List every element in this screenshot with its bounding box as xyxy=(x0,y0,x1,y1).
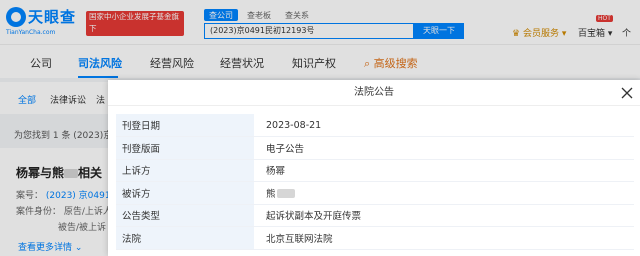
row-value-text: 熊 xyxy=(266,188,276,200)
row-value: 2023-08-21 xyxy=(254,114,634,137)
redaction-mask xyxy=(276,188,295,198)
row-label: 被诉方 xyxy=(116,181,254,205)
row-label: 公告类型 xyxy=(116,204,254,227)
row-value: 熊 xyxy=(254,181,634,205)
row-value: 北京互联网法院 xyxy=(254,226,634,250)
close-icon[interactable] xyxy=(620,86,634,100)
table-row: 被诉方 熊 xyxy=(116,181,634,205)
row-label: 刊登版面 xyxy=(116,136,254,160)
table-row: 公告类型 起诉状副本及开庭传票 xyxy=(116,204,634,227)
row-value: 起诉状副本及开庭传票 xyxy=(254,204,634,227)
row-value: 杨幂 xyxy=(254,159,634,182)
table-row: 刊登版面 电子公告 xyxy=(116,136,634,160)
row-label: 刊登日期 xyxy=(116,114,254,137)
court-notice-dialog: 法院公告 刊登日期 2023-08-21 刊登版面 电子公告 上诉方 杨幂 被诉… xyxy=(108,80,640,256)
row-label: 法院 xyxy=(116,226,254,250)
table-row: 上诉方 杨幂 xyxy=(116,159,634,182)
table-row: 刊登日期 2023-08-21 xyxy=(116,114,634,137)
dialog-title: 法院公告 xyxy=(108,80,640,106)
row-label: 上诉方 xyxy=(116,159,254,182)
notice-details-table: 刊登日期 2023-08-21 刊登版面 电子公告 上诉方 杨幂 被诉方 熊 公… xyxy=(116,114,634,250)
table-row: 法院 北京互联网法院 xyxy=(116,226,634,250)
row-value: 电子公告 xyxy=(254,136,634,160)
